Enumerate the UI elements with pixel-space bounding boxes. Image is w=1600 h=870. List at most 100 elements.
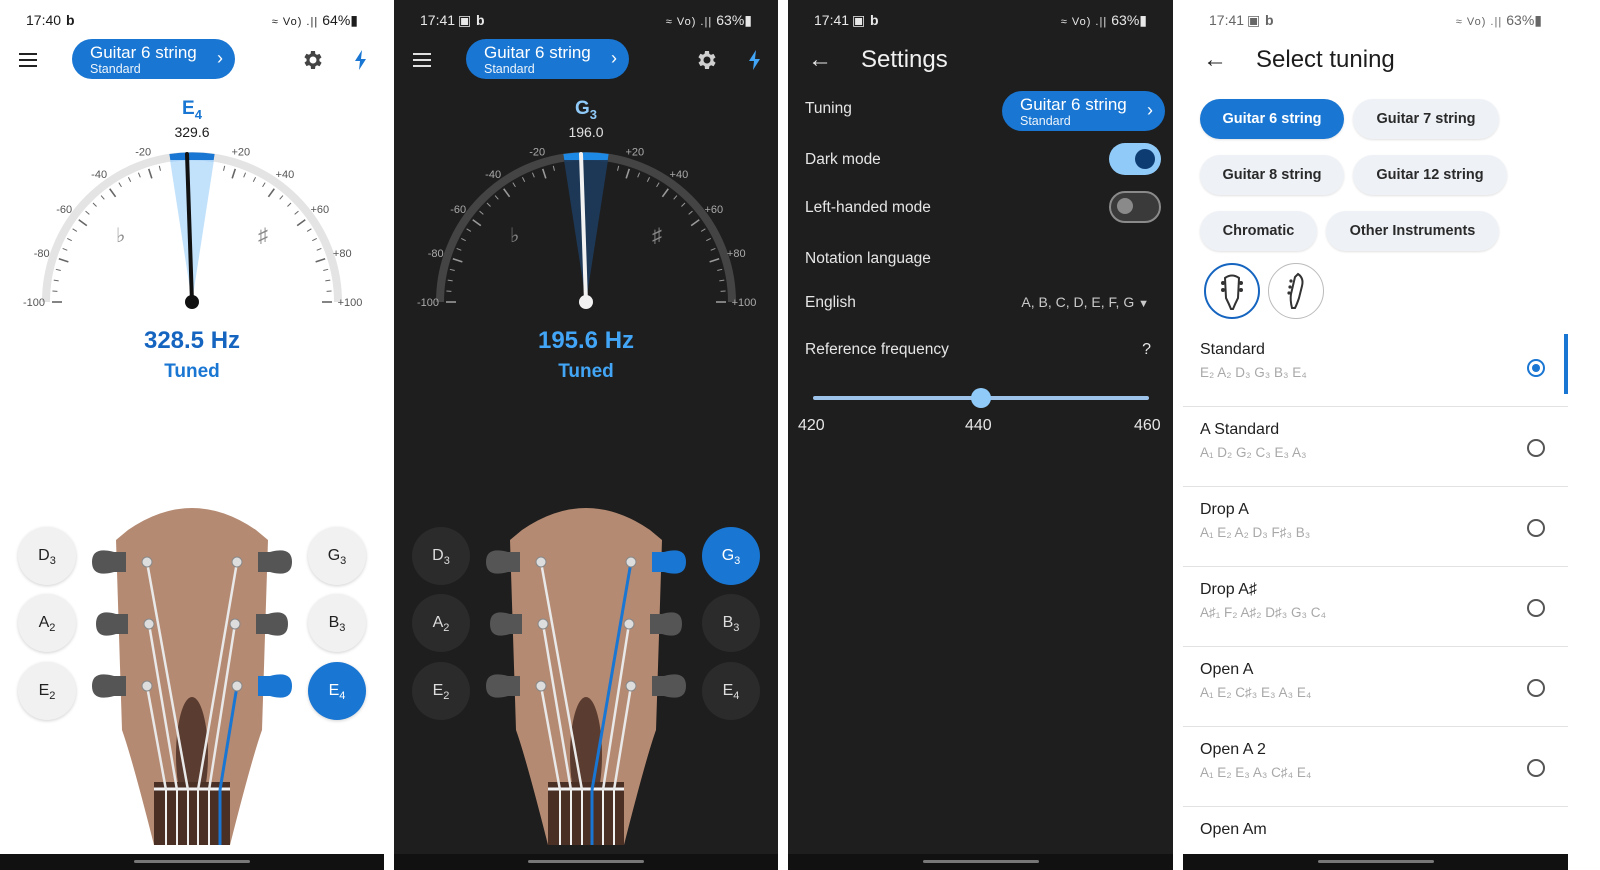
tuning-radio-button[interactable] xyxy=(1527,759,1545,777)
home-indicator[interactable] xyxy=(394,854,778,870)
guitar-headstock-3x3-icon[interactable] xyxy=(1204,263,1260,319)
tuning-radio-button[interactable] xyxy=(1527,359,1545,377)
status-time: 17:41 xyxy=(1209,12,1245,28)
chip-other-instruments[interactable]: Other Instruments xyxy=(1326,211,1499,251)
gauge-tick xyxy=(710,247,716,251)
app-notification-icon: b xyxy=(870,12,879,28)
gauge-tick-label: -20 xyxy=(135,147,151,159)
menu-icon[interactable] xyxy=(17,48,41,72)
tuning-radio-button[interactable] xyxy=(1527,599,1545,617)
chip-guitar-6-string[interactable]: Guitar 6 string xyxy=(1200,99,1344,139)
gauge-tick xyxy=(717,268,723,271)
gauge-tick xyxy=(267,188,275,198)
wifi-signal-icon: ≈ Vo) .|| xyxy=(665,16,717,28)
gauge-tick-label: -20 xyxy=(529,147,545,159)
help-icon[interactable]: ? xyxy=(1142,341,1151,359)
auto-mode-bolt-icon[interactable] xyxy=(743,48,767,72)
left-handed-toggle[interactable] xyxy=(1109,191,1161,223)
slider-min-label: 420 xyxy=(798,417,825,434)
gauge-tick xyxy=(137,172,141,178)
chip-guitar-7-string[interactable]: Guitar 7 string xyxy=(1353,99,1499,139)
status-bar: 17:41 ▣ b ≈ Vo) .|| 63%▮ xyxy=(1183,12,1568,32)
home-indicator[interactable] xyxy=(0,854,384,870)
gauge-tick xyxy=(231,168,237,179)
tuning-radio-button[interactable] xyxy=(1527,679,1545,697)
gauge-tick xyxy=(690,219,700,227)
wifi-signal-icon: ≈ Vo) .|| xyxy=(271,16,323,28)
scroll-indicator[interactable] xyxy=(1564,334,1568,394)
gauge-tick xyxy=(512,182,516,188)
tuning-row-name: Standard xyxy=(1200,341,1265,358)
tuning-row[interactable]: Open A A₁ E₂ C♯₃ E₃ A₃ E₄ xyxy=(1183,647,1568,727)
home-indicator[interactable] xyxy=(788,854,1173,870)
gauge-tick xyxy=(673,195,678,200)
tuning-name: Guitar 6 string xyxy=(90,43,197,62)
back-arrow-icon[interactable]: ← xyxy=(808,46,832,74)
string-button-a2[interactable]: A2 xyxy=(18,594,76,652)
slider-thumb[interactable] xyxy=(971,388,991,408)
gauge-tick-label: -60 xyxy=(56,204,72,216)
gauge-tick xyxy=(294,210,299,215)
back-arrow-icon[interactable]: ← xyxy=(1203,46,1227,74)
gauge-tick xyxy=(316,247,322,251)
gauge-tick-label: +80 xyxy=(727,248,746,260)
status-bar: 17:40 b ≈ Vo) .|| 64%▮ xyxy=(0,12,384,32)
left-handed-label: Left-handed mode xyxy=(805,199,931,216)
gauge-tick-label: -60 xyxy=(450,204,466,216)
gauge-tick xyxy=(62,247,68,251)
gauge-tick xyxy=(147,168,153,179)
string-button-b3[interactable]: B3 xyxy=(702,594,760,652)
gauge-tick xyxy=(67,237,72,242)
gauge-tick-label: +40 xyxy=(276,169,295,181)
string-button-g3[interactable]: G3 xyxy=(308,527,366,585)
tuning-selector-button[interactable]: Guitar 6 string Standard › xyxy=(466,39,629,79)
slider-max-label: 460 xyxy=(1134,417,1161,434)
gauge-tick xyxy=(279,195,284,200)
chip-guitar-8-string[interactable]: Guitar 8 string xyxy=(1200,155,1344,195)
gauge-tick xyxy=(472,219,482,227)
page-title: Settings xyxy=(861,46,948,73)
gear-icon[interactable] xyxy=(300,48,324,72)
app-notification-icon: b xyxy=(1265,12,1274,28)
menu-icon[interactable] xyxy=(411,48,435,72)
gauge-tick xyxy=(243,172,247,178)
gear-icon[interactable] xyxy=(694,48,718,72)
detected-frequency: 195.6 Hz xyxy=(537,327,635,354)
tuning-radio-button[interactable] xyxy=(1527,519,1545,537)
dark-mode-toggle[interactable] xyxy=(1109,143,1161,175)
string-button-e2[interactable]: E2 xyxy=(412,662,470,720)
gauge-tick xyxy=(252,177,257,182)
gauge-tick xyxy=(315,257,326,263)
tuning-radio-button[interactable] xyxy=(1527,439,1545,457)
chip-guitar-12-string[interactable]: Guitar 12 string xyxy=(1353,155,1507,195)
chevron-right-icon: › xyxy=(1147,100,1153,120)
home-indicator[interactable] xyxy=(1183,854,1568,870)
tuning-row[interactable]: Standard E₂ A₂ D₃ G₃ B₃ E₄ xyxy=(1183,327,1568,407)
auto-mode-bolt-icon[interactable] xyxy=(349,48,373,72)
tuning-row[interactable]: Drop A A₁ E₂ A₂ D₃ F♯₃ B₃ xyxy=(1183,487,1568,567)
sharp-sign: ♯ xyxy=(258,225,268,247)
string-button-a2[interactable]: A2 xyxy=(412,594,470,652)
tuner-screen-light: 17:40 b ≈ Vo) .|| 64%▮ Guitar 6 string S… xyxy=(0,0,384,870)
tuning-row[interactable]: Open A 2 A₁ E₂ E₃ A₃ C♯₄ E₄ xyxy=(1183,727,1568,807)
string-button-e4[interactable]: E4 xyxy=(702,662,760,720)
string-button-e4[interactable]: E4 xyxy=(308,662,366,720)
string-button-b3[interactable]: B3 xyxy=(308,594,366,652)
chip-chromatic[interactable]: Chromatic xyxy=(1200,211,1317,251)
guitar-headstock-6-inline-icon[interactable] xyxy=(1268,263,1324,319)
tuning-selector-button[interactable]: Guitar 6 string Standard › xyxy=(72,39,235,79)
tuning-row[interactable]: A Standard A₁ D₂ G₂ C₃ E₃ A₃ xyxy=(1183,407,1568,487)
notation-scheme: A, B, C, D, E, F, G xyxy=(1021,294,1135,310)
gauge-tick-label: -100 xyxy=(417,297,439,309)
string-button-e2[interactable]: E2 xyxy=(18,662,76,720)
gauge-tick xyxy=(656,182,660,188)
notation-scheme-dropdown[interactable]: A, B, C, D, E, F, G ▼ xyxy=(1021,294,1149,310)
string-button-d3[interactable]: D3 xyxy=(18,527,76,585)
tuning-row-name: Open Am xyxy=(1200,821,1267,838)
tuning-row[interactable]: Drop A♯ A♯₁ F₂ A♯₂ D♯₃ G₃ C₄ xyxy=(1183,567,1568,647)
gauge-tick xyxy=(312,237,317,242)
string-button-d3[interactable]: D3 xyxy=(412,527,470,585)
tuning-selector-button[interactable]: Guitar 6 string Standard › xyxy=(1002,91,1165,131)
slider-value-label: 440 xyxy=(965,417,992,434)
string-button-g3[interactable]: G3 xyxy=(702,527,760,585)
